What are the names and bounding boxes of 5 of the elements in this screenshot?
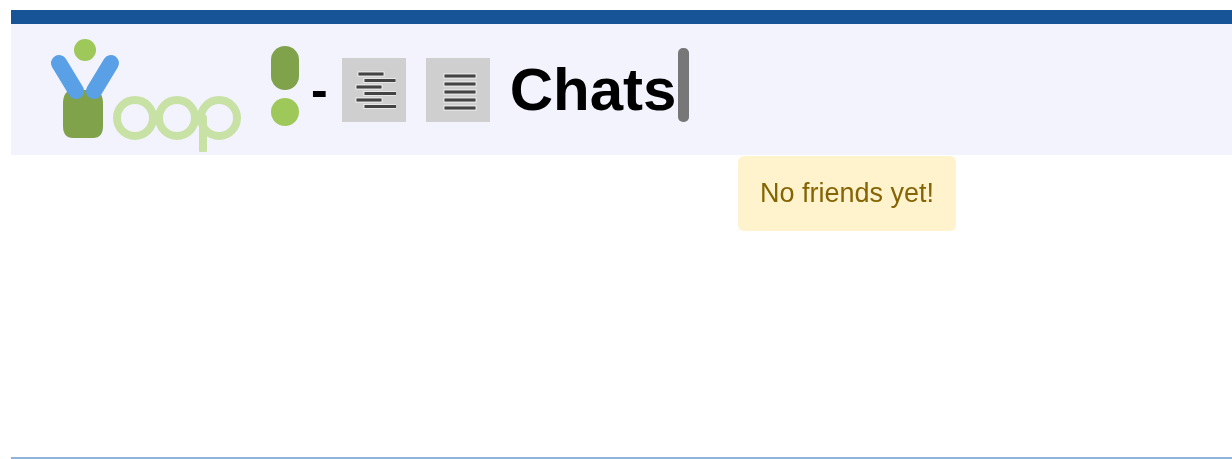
separator-text: - <box>311 64 328 115</box>
align-center-button[interactable] <box>341 57 406 122</box>
page-title: Chats <box>509 59 677 120</box>
align-justify-button[interactable] <box>425 57 490 122</box>
empty-notice: No friends yet! <box>738 156 957 231</box>
